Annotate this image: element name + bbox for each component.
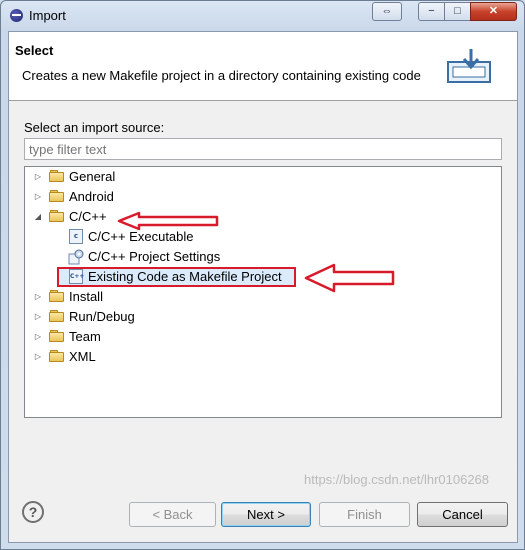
import-wizard-icon <box>447 49 491 83</box>
folder-icon <box>49 350 65 363</box>
folder-icon <box>49 330 65 343</box>
tree-item-label: Android <box>69 189 114 204</box>
import-source-tree[interactable]: ▷ General ▷ Android ◢ C/C++ c C/C++ Exec… <box>24 166 502 418</box>
project-settings-icon <box>68 249 84 265</box>
tree-item-cpp-executable[interactable]: c C/C++ Executable <box>25 227 501 247</box>
tree-item-c-cpp[interactable]: ◢ C/C++ <box>25 207 501 227</box>
expand-arrow-icon[interactable]: ▷ <box>33 347 43 367</box>
tree-item-android[interactable]: ▷ Android <box>25 187 501 207</box>
c-executable-icon: c <box>69 229 83 244</box>
next-button[interactable]: Next > <box>221 502 311 527</box>
tree-item-team[interactable]: ▷ Team <box>25 327 501 347</box>
expand-arrow-icon[interactable]: ▷ <box>33 167 43 187</box>
restore-button[interactable]: ⇔ <box>372 2 402 21</box>
help-icon[interactable]: ? <box>22 501 44 523</box>
cancel-button[interactable]: Cancel <box>417 502 508 527</box>
page-description: Creates a new Makefile project in a dire… <box>22 68 421 83</box>
tree-item-run-debug[interactable]: ▷ Run/Debug <box>25 307 501 327</box>
expand-arrow-icon[interactable]: ▷ <box>33 187 43 207</box>
annotation-arrow-icon <box>117 211 219 231</box>
tree-item-label: C/C++ Project Settings <box>88 249 221 264</box>
import-source-label: Select an import source: <box>24 120 165 135</box>
tree-item-existing-code-makefile[interactable]: C++ Existing Code as Makefile Project <box>25 267 501 287</box>
folder-icon <box>49 310 65 323</box>
tree-item-label: XML <box>69 349 96 364</box>
eclipse-icon <box>10 9 23 22</box>
window-title: Import <box>29 8 66 23</box>
tree-item-label: Existing Code as Makefile Project <box>88 269 282 284</box>
tree-item-cpp-project-settings[interactable]: C/C++ Project Settings <box>25 247 501 267</box>
tree-item-label: C/C++ <box>69 209 107 224</box>
tree-item-label: Run/Debug <box>69 309 135 324</box>
tree-item-xml[interactable]: ▷ XML <box>25 347 501 367</box>
tree-item-label: General <box>69 169 116 184</box>
page-title: Select <box>15 43 54 58</box>
tree-item-label: Team <box>69 329 101 344</box>
folder-open-icon <box>49 210 65 223</box>
watermark-text: https://blog.csdn.net/lhr0106268 <box>304 472 490 487</box>
wizard-banner: Select Creates a new Makefile project in… <box>9 32 517 101</box>
folder-icon <box>49 170 65 183</box>
title-bar[interactable]: Import ⇔ − □ ✕ <box>1 1 524 31</box>
annotation-arrow-icon <box>304 263 395 293</box>
close-button[interactable]: ✕ <box>470 2 517 21</box>
dialog-client-area: Select Creates a new Makefile project in… <box>8 31 518 543</box>
tree-item-install[interactable]: ▷ Install <box>25 287 501 307</box>
tree-item-label: Install <box>69 289 103 304</box>
finish-button[interactable]: Finish <box>319 502 410 527</box>
minimize-button[interactable]: − <box>418 2 445 21</box>
tree-item-general[interactable]: ▷ General <box>25 167 501 187</box>
expand-arrow-icon[interactable]: ▷ <box>33 287 43 307</box>
makefile-project-icon: C++ <box>69 269 84 284</box>
folder-icon <box>49 190 65 203</box>
back-button[interactable]: < Back <box>129 502 216 527</box>
filter-input[interactable] <box>24 138 502 160</box>
maximize-button[interactable]: □ <box>444 2 471 21</box>
folder-icon <box>49 290 65 303</box>
button-bar: ? < Back Next > Finish Cancel <box>9 482 517 542</box>
expand-arrow-icon[interactable]: ▷ <box>33 307 43 327</box>
expand-arrow-icon[interactable]: ▷ <box>33 327 43 347</box>
collapse-arrow-icon[interactable]: ◢ <box>33 207 43 227</box>
import-dialog: Import ⇔ − □ ✕ Select Creates a new Make… <box>0 0 525 550</box>
